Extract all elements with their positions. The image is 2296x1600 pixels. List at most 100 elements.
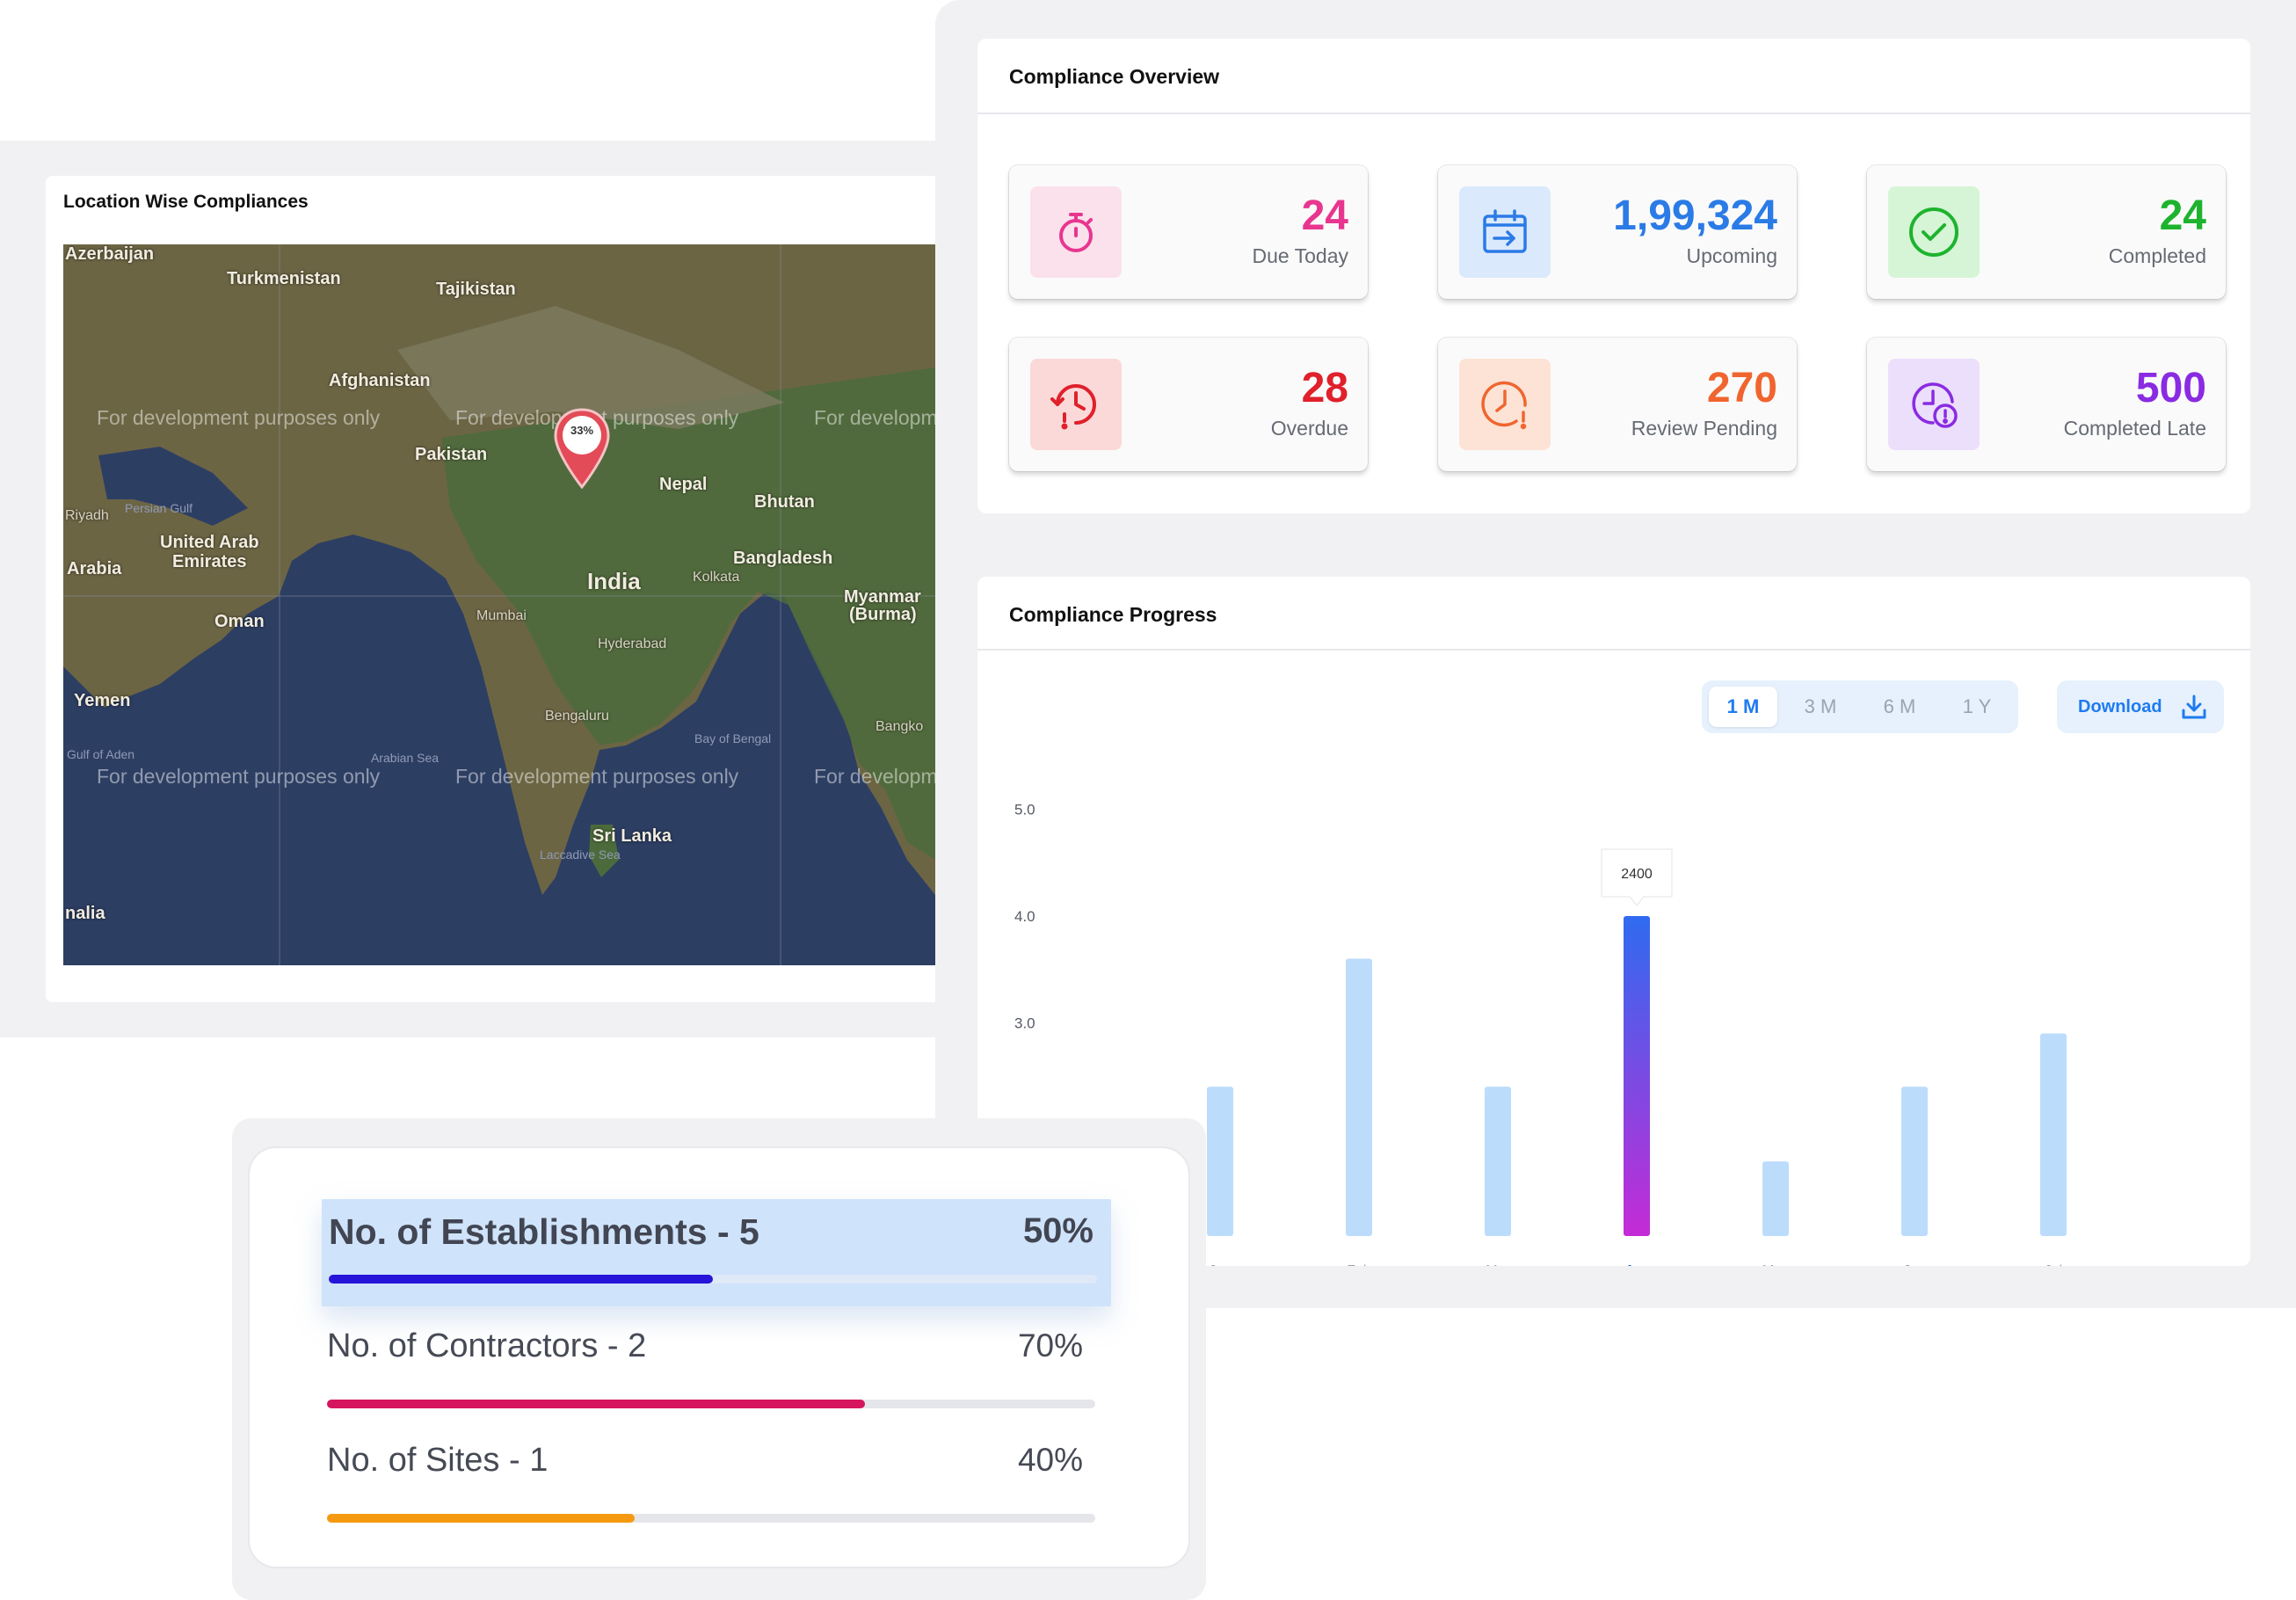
map-title: Location Wise Compliances [63,192,309,212]
map-label: Riyadh [65,508,109,523]
chart-bar[interactable] [1346,958,1372,1236]
map-label: India [587,568,641,594]
stat-card-completed[interactable]: 24 Completed [1867,165,2226,299]
metric-label: No. of Contractors - 2 [327,1327,647,1364]
x-tick-label: Apr [1624,1263,1649,1266]
map-label: Azerbaijan [65,244,155,264]
location-map[interactable]: Azerbaijan Turkmenistan Tajikistan Afgha… [63,244,935,965]
map-label: Sri Lanka [592,826,672,846]
map-label: Bengaluru [545,709,609,724]
stopwatch-icon [1030,186,1122,278]
map-label: Turkmenistan [227,269,341,288]
chart-bar[interactable] [2040,1033,2067,1236]
metric-sites[interactable]: No. of Sites - 1 40% [320,1429,1095,1537]
metric-progress-track [327,1514,1095,1523]
download-icon [2182,695,2206,719]
map-terrain [63,244,935,965]
map-watermark: For development purposes only [97,406,381,429]
stat-value: 24 [2159,193,2206,239]
divider [977,649,2250,651]
map-watermark: For development purposes only [455,765,739,788]
map-label: Kolkata [693,570,740,585]
stat-card-due-today[interactable]: 24 Due Today [1009,165,1368,299]
range-6m-button[interactable]: 6 M [1865,687,1934,727]
metric-progress-fill [327,1514,635,1523]
clock-warning-icon [1888,359,1980,450]
range-1m-button[interactable]: 1 M [1709,687,1777,727]
map-label: Persian Gulf [125,501,193,515]
map-label: Tajikistan [436,280,516,299]
stat-label: Upcoming [1686,244,1777,267]
range-1y-button[interactable]: 1 Y [1943,687,2011,727]
stat-card-upcoming[interactable]: 1,99,324 Upcoming [1438,165,1797,299]
metric-label: No. of Sites - 1 [327,1442,549,1479]
stat-label: Overdue [1270,417,1348,440]
chart-bar[interactable] [1901,1087,1928,1236]
map-pin-label: 33% [570,424,594,437]
metric-percent: 70% [1017,1327,1083,1364]
download-button[interactable]: Download [2057,680,2224,733]
map-label: Emirates [172,552,247,571]
chart-tooltip-value: 2400 [1621,867,1653,882]
map-label: Bhutan [754,492,815,512]
map-label: Arabian Sea [371,751,440,765]
map-watermark: For development purposes only [97,765,381,788]
divider [977,113,2250,114]
summary-stats-card: No. of Establishments - 5 50% No. of Con… [250,1148,1188,1567]
x-tick-label: Jun [1903,1263,1926,1266]
chart-bar[interactable] [1624,916,1650,1236]
map-label: nalia [65,904,105,923]
stat-card-overdue[interactable]: 28 Overdue [1009,338,1368,471]
metric-progress-fill [329,1275,713,1284]
range-3m-button[interactable]: 3 M [1786,687,1855,727]
location-compliance-card: Location Wise Compliances Azerbaijan Tur… [46,176,960,1002]
map-watermark: For development purposes only [814,765,935,788]
metric-percent: 40% [1017,1442,1083,1478]
stat-card-review-pending[interactable]: 270 Review Pending [1438,338,1797,471]
y-tick-label: 5.0 [1014,802,1035,818]
x-tick-label: Jul [2045,1263,2062,1266]
download-label: Download [2078,697,2162,716]
map-label: (Burma) [849,605,917,624]
stat-value: 28 [1301,365,1348,411]
map-label: Gulf of Aden [67,747,135,761]
map-label: Oman [214,612,265,631]
chart-bar[interactable] [1485,1087,1511,1236]
x-tick-label: May [1762,1263,1789,1266]
stat-label: Completed [2108,244,2206,267]
map-label: Bangladesh [733,549,833,568]
compliance-overview-card: Compliance Overview 24 Due Today 1,99,32… [977,39,2250,513]
map-label: Bay of Bengal [694,731,772,745]
stat-value: 500 [2135,365,2206,411]
map-watermark: For development purposes only [814,406,935,429]
metric-label: No. of Establishments - 5 [329,1211,759,1252]
metric-contractors[interactable]: No. of Contractors - 2 70% [320,1315,1095,1422]
stat-value: 1,99,324 [1613,193,1777,239]
stat-label: Due Today [1252,244,1348,267]
map-label: Hyderabad [598,636,667,651]
calendar-arrow-icon [1459,186,1551,278]
map-label: Afghanistan [329,371,431,390]
metric-progress-track [327,1400,1095,1408]
y-tick-label: 4.0 [1014,908,1035,925]
map-label: Laccadive Sea [540,847,621,862]
metric-progress-track [329,1275,1097,1284]
check-circle-icon [1888,186,1980,278]
y-tick-label: 3.0 [1014,1015,1035,1031]
stat-card-completed-late[interactable]: 500 Completed Late [1867,338,2226,471]
progress-title: Compliance Progress [1009,603,1217,626]
chart-bar[interactable] [1762,1161,1789,1236]
metric-establishments[interactable]: No. of Establishments - 5 50% [322,1199,1111,1306]
x-tick-label: Jan [1209,1263,1232,1266]
map-label: Mumbai [476,608,527,623]
map-label: Yemen [74,691,131,710]
metric-progress-fill [327,1400,865,1408]
map-pin-marker[interactable]: 33% [553,408,611,489]
history-alert-icon [1030,359,1122,450]
map-pin-icon [554,408,610,489]
map-label: Pakistan [415,445,488,464]
map-label: Nepal [659,475,708,494]
overview-title: Compliance Overview [1009,65,1220,88]
map-label: United Arab [160,533,259,552]
chart-bar[interactable] [1207,1087,1233,1236]
